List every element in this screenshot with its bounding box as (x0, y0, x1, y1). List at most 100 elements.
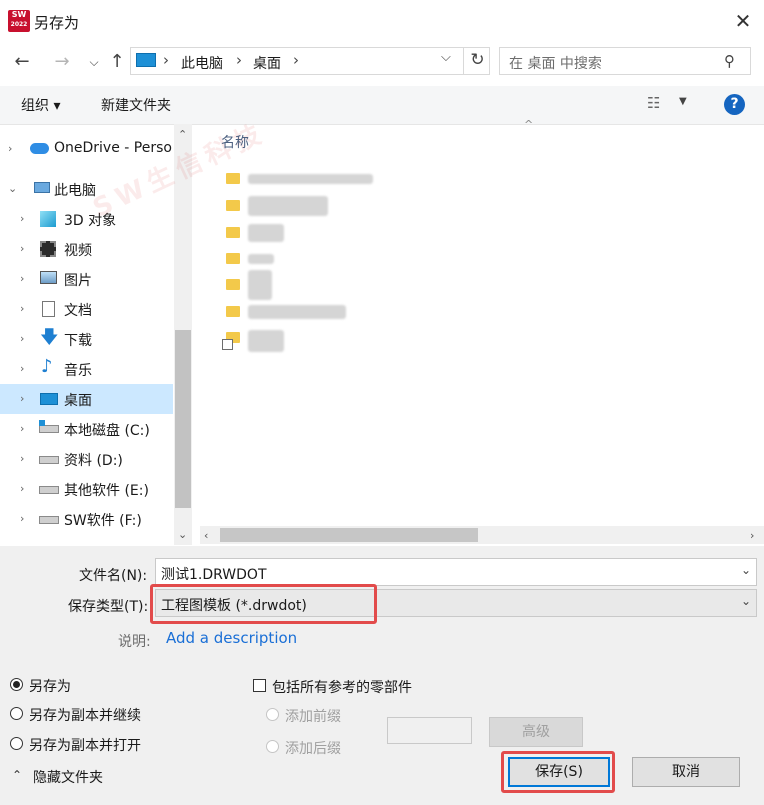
folder-icon (226, 200, 240, 211)
window-title: 另存为 (34, 14, 80, 32)
description-label: 说明: (118, 634, 151, 650)
add-suffix-label: 添加后缀 (285, 741, 341, 757)
cube-icon (40, 211, 56, 227)
sort-ascending-icon: ^ (524, 118, 534, 131)
tree-item-drive-d[interactable]: › 资料 (D:) (0, 444, 173, 474)
chevron-right-icon[interactable]: › (20, 482, 24, 495)
search-icon[interactable]: ⚲ (724, 52, 735, 70)
desktop-icon (40, 393, 58, 405)
refresh-icon[interactable]: ↻ (463, 47, 491, 75)
add-description-link[interactable]: Add a description (166, 629, 297, 647)
tree-item-onedrive[interactable]: › OneDrive - Perso (0, 134, 173, 164)
tree-item-pictures[interactable]: › 图片 (0, 264, 173, 294)
chevron-right-icon[interactable]: › (20, 272, 24, 285)
advanced-button[interactable]: 高级 (489, 717, 583, 747)
tree-item-drive-f[interactable]: › SW软件 (F:) (0, 504, 173, 534)
cancel-button[interactable]: 取消 (632, 757, 740, 787)
radio-save-as[interactable] (10, 678, 23, 691)
blurred-filename[interactable] (248, 174, 373, 184)
highlight-box (150, 584, 377, 624)
filename-dropdown-icon[interactable]: ⌄ (741, 563, 751, 577)
shortcut-icon (222, 339, 233, 350)
radio-save-copy-continue-label[interactable]: 另存为副本并继续 (29, 705, 141, 725)
search-input[interactable]: 在 桌面 中搜索 (509, 53, 602, 73)
blurred-filename[interactable] (248, 224, 284, 242)
hide-folders-toggle[interactable]: 隐藏文件夹 (33, 767, 103, 787)
radio-add-prefix[interactable] (266, 708, 279, 721)
breadcrumb-desktop[interactable]: 桌面 (253, 53, 281, 73)
drive-icon (39, 456, 59, 464)
folder-icon (226, 306, 240, 317)
scroll-down-icon[interactable]: ⌄ (178, 528, 187, 541)
tree-item-drive-c[interactable]: › 本地磁盘 (C:) (0, 414, 173, 444)
chevron-up-icon[interactable]: ⌃ (12, 768, 22, 782)
tree-item-3d-objects[interactable]: › 3D 对象 (0, 204, 173, 234)
organize-menu[interactable]: 组织 ▾ (21, 95, 60, 115)
chevron-right-icon[interactable]: › (20, 392, 24, 405)
radio-save-copy-open[interactable] (10, 737, 23, 750)
arrow-right-icon[interactable]: → (50, 50, 74, 74)
chevron-right-icon[interactable]: › (8, 142, 12, 155)
scroll-right-icon[interactable]: › (750, 529, 754, 542)
prefix-suffix-input[interactable] (387, 717, 472, 744)
chevron-right-icon[interactable]: › (20, 512, 24, 525)
scroll-up-icon[interactable]: ⌃ (178, 128, 187, 141)
arrow-up-icon[interactable]: ↑ (105, 50, 129, 74)
breadcrumb-separator: › (163, 51, 169, 69)
column-header-name[interactable]: 名称 (221, 132, 249, 152)
cloud-icon (30, 143, 49, 154)
blurred-filename[interactable] (248, 305, 346, 319)
breadcrumb-this-pc[interactable]: 此电脑 (181, 53, 223, 73)
address-dropdown-icon[interactable]: ⌵ (441, 50, 451, 65)
radio-add-suffix[interactable] (266, 740, 279, 753)
folder-icon (226, 227, 240, 238)
blurred-filename[interactable] (248, 254, 274, 264)
arrow-left-icon[interactable]: ← (10, 50, 34, 74)
breadcrumb-separator: › (236, 51, 242, 69)
tree-item-documents[interactable]: › 文档 (0, 294, 173, 324)
tree-item-desktop[interactable]: › 桌面 (0, 384, 173, 414)
folder-icon (226, 173, 240, 184)
chevron-right-icon[interactable]: › (20, 242, 24, 255)
solidworks-app-icon: SW 2022 (8, 10, 30, 32)
drive-icon (39, 425, 59, 433)
chevron-right-icon[interactable]: › (20, 452, 24, 465)
chevron-right-icon[interactable]: › (20, 212, 24, 225)
computer-icon (136, 53, 156, 67)
view-dropdown-icon[interactable]: ▼ (679, 96, 687, 107)
chevron-right-icon[interactable]: › (20, 422, 24, 435)
filename-value: 测试1.DRWDOT (161, 567, 267, 583)
tree-item-videos[interactable]: › 视频 (0, 234, 173, 264)
chevron-down-icon[interactable]: ⌵ (82, 50, 106, 74)
folder-icon (226, 279, 240, 290)
help-icon[interactable]: ? (724, 94, 745, 115)
breadcrumb-separator: › (293, 51, 299, 69)
chevron-down-icon[interactable]: ⌄ (8, 182, 17, 195)
close-icon[interactable]: ✕ (730, 8, 756, 34)
filetype-dropdown-icon[interactable]: ⌄ (741, 594, 751, 608)
tree-item-downloads[interactable]: › 🡇 下载 (0, 324, 173, 354)
blurred-filename[interactable] (248, 196, 328, 216)
hscrollbar-thumb[interactable] (220, 528, 478, 542)
picture-icon (40, 271, 57, 284)
view-options-icon[interactable]: ☷ (647, 94, 660, 112)
tree-item-music[interactable]: › ♪ 音乐 (0, 354, 173, 384)
radio-save-as-label[interactable]: 另存为 (29, 676, 71, 696)
include-references-label[interactable]: 包括所有参考的零部件 (272, 677, 412, 697)
radio-save-copy-open-label[interactable]: 另存为副本并打开 (29, 735, 141, 755)
chevron-right-icon[interactable]: › (20, 302, 24, 315)
blurred-filename[interactable] (248, 330, 284, 352)
drive-icon (39, 516, 59, 524)
add-prefix-label: 添加前缀 (285, 709, 341, 725)
scroll-left-icon[interactable]: ‹ (204, 529, 208, 542)
new-folder-button[interactable]: 新建文件夹 (101, 95, 171, 115)
tree-scrollbar-thumb[interactable] (175, 330, 191, 508)
chevron-right-icon[interactable]: › (20, 362, 24, 375)
tree-item-drive-e[interactable]: › 其他软件 (E:) (0, 474, 173, 504)
chevron-right-icon[interactable]: › (20, 332, 24, 345)
blurred-filename[interactable] (248, 270, 272, 300)
download-icon: 🡇 (40, 327, 59, 348)
filename-field[interactable]: 测试1.DRWDOT (155, 558, 757, 586)
radio-save-copy-continue[interactable] (10, 707, 23, 720)
include-references-checkbox[interactable] (253, 679, 266, 692)
